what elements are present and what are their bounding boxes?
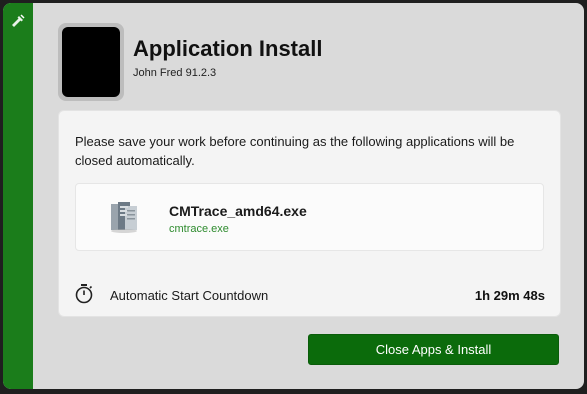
app-process-name: cmtrace.exe [169,223,229,235]
stopwatch-icon [75,284,93,304]
server-tower-icon [111,202,137,233]
application-icon-frame [58,23,124,101]
list-item: CMTrace_amd64.exe cmtrace.exe [75,183,544,251]
dialog-subtitle: John Fred 91.2.3 [133,67,217,79]
app-name: CMTrace_amd64.exe [169,203,307,219]
close-apps-and-install-button[interactable]: Close Apps & Install [308,334,559,365]
close-apps-message: Please save your work before continuing … [75,134,515,168]
install-dialog: Application Install John Fred 91.2.3 Ple… [3,3,584,389]
countdown-label: Automatic Start Countdown [110,288,269,303]
application-icon [62,27,120,97]
install-tool-icon [12,14,25,27]
dialog-title: Application Install [133,36,323,61]
countdown-timer: 1h 29m 48s [474,288,545,303]
accent-sidebar [3,3,33,389]
info-card: Please save your work before continuing … [58,110,561,317]
